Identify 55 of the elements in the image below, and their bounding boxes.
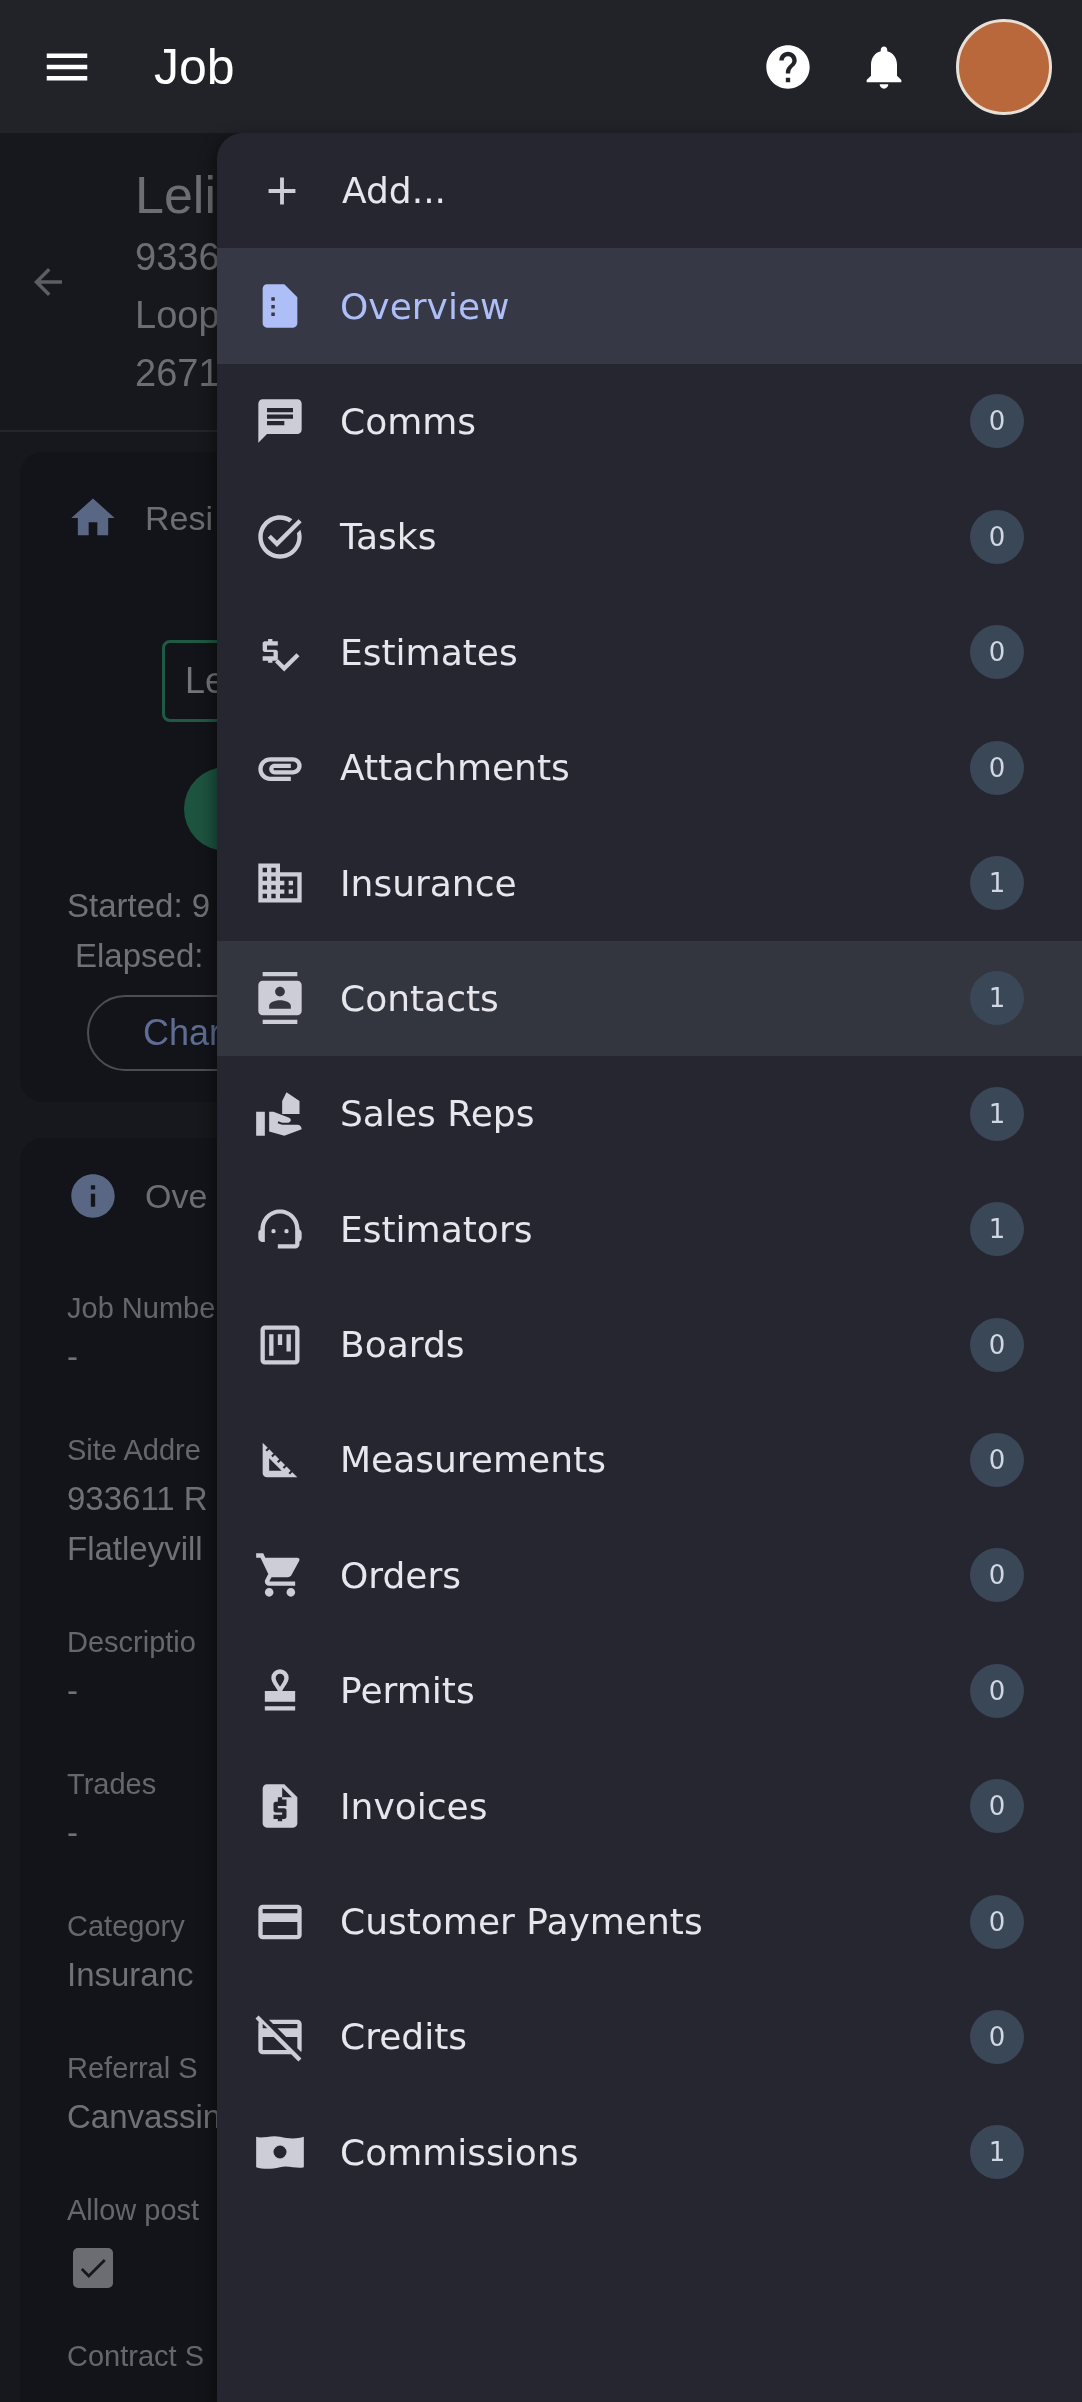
- elapsed-text: Elapsed:: [74, 936, 204, 976]
- menu-item[interactable]: Invoices 0: [217, 1748, 1082, 1864]
- menu-item[interactable]: Tasks 0: [217, 479, 1082, 595]
- job-detail: 9336: [135, 234, 220, 280]
- count-badge: 0: [970, 1779, 1024, 1834]
- menu-item[interactable]: Contacts 1: [217, 940, 1082, 1057]
- card-title: Ove: [145, 1176, 208, 1216]
- count-badge: 1: [970, 856, 1024, 911]
- count-badge: 1: [970, 1086, 1024, 1141]
- count-badge: 0: [970, 509, 1024, 564]
- started-text: Started: 9: [67, 886, 211, 926]
- field-value: -: [67, 1813, 78, 1853]
- menu-item[interactable]: Credits 0: [217, 1979, 1082, 2095]
- field-label: Allow post: [67, 2193, 200, 2228]
- field-value: Insuranc: [67, 1955, 194, 1995]
- field-label: Site Addre: [67, 1433, 201, 1468]
- count-badge: 0: [970, 2009, 1024, 2064]
- field-label: Category: [67, 1909, 185, 1944]
- field-value: -: [67, 1671, 78, 1711]
- menu-item[interactable]: Estimators 1: [217, 1171, 1082, 1287]
- menu-item[interactable]: Sales Reps 1: [217, 1056, 1082, 1172]
- count-badge: 0: [970, 740, 1024, 795]
- job-name: Leli: [135, 164, 217, 226]
- count-badge: 0: [970, 1894, 1024, 1949]
- checkbox[interactable]: [73, 2248, 113, 2288]
- count-badge: 1: [970, 971, 1024, 1026]
- job-detail: 2671: [135, 350, 220, 396]
- count-badge: 1: [970, 2125, 1024, 2180]
- field-label: Trades: [67, 1767, 157, 1802]
- card-title: Resi: [145, 498, 214, 538]
- menu-item[interactable]: Orders 0: [217, 1517, 1082, 1634]
- page-title: Job: [154, 37, 235, 96]
- add-menu-item[interactable]: Add...: [217, 133, 1082, 249]
- count-badge: 0: [970, 1317, 1024, 1372]
- field-value: Flatleyvill: [67, 1529, 203, 1569]
- field-label: Referral S: [67, 2051, 198, 2086]
- menu-item[interactable]: Permits 0: [217, 1633, 1082, 1749]
- count-badge: 0: [970, 625, 1024, 680]
- count-badge: 0: [970, 394, 1024, 449]
- count-badge: 0: [970, 1663, 1024, 1718]
- field-label: Descriptio: [67, 1625, 196, 1660]
- count-badge: 1: [970, 1202, 1024, 1257]
- count-badge: 0: [970, 1548, 1024, 1603]
- field-value: 933611 R: [67, 1479, 208, 1519]
- field-label: Job Numbe: [67, 1291, 216, 1326]
- menu-item[interactable]: Comms 0: [217, 363, 1082, 480]
- menu-item[interactable]: Overview: [217, 248, 1082, 364]
- menu-item[interactable]: Insurance 1: [217, 825, 1082, 941]
- field-label: Contract S: [67, 2339, 204, 2374]
- count-badge: 0: [970, 1433, 1024, 1487]
- field-value: -: [67, 1337, 78, 1377]
- job-detail: Loop: [135, 292, 220, 338]
- menu-item[interactable]: Customer Payments 0: [217, 1863, 1082, 1980]
- menu-item[interactable]: Boards 0: [217, 1286, 1082, 1403]
- menu-item[interactable]: Measurements 0: [217, 1402, 1082, 1518]
